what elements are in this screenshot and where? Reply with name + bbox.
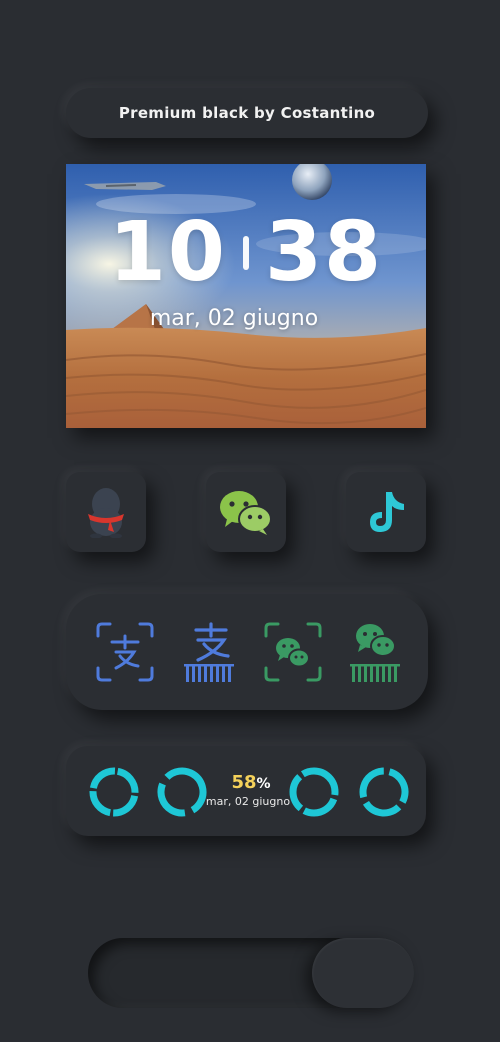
clock-separator <box>243 236 249 270</box>
theme-title-pill[interactable]: Premium black by Costantino <box>66 88 428 138</box>
payment-shortcuts-bar <box>66 594 428 710</box>
battery-percent-sign: % <box>256 776 271 792</box>
ring-gauge-1 <box>89 767 139 817</box>
battery-percent: 58 <box>231 772 257 793</box>
alipay-barcode-icon[interactable] <box>180 620 242 684</box>
ring-gauge-3 <box>289 767 339 817</box>
app-qq[interactable] <box>66 472 146 552</box>
battery-indicator: 58% mar, 02 giugno <box>206 772 296 808</box>
toggle-slider-knob[interactable] <box>312 938 414 1008</box>
stats-widget[interactable]: 58% mar, 02 giugno <box>66 746 426 836</box>
clock-date: mar, 02 giugno <box>149 306 319 331</box>
clock-minutes: 38 <box>265 205 384 300</box>
wechat-barcode-icon[interactable] <box>346 620 408 684</box>
tiktok-icon <box>370 492 404 532</box>
wechat-icon <box>220 491 272 535</box>
app-tiktok[interactable] <box>346 472 426 552</box>
ring-gauge-2 <box>157 767 207 817</box>
stats-date: mar, 02 giugno <box>205 795 291 808</box>
alipay-scan-icon[interactable] <box>94 620 156 684</box>
ring-gauge-4 <box>359 767 409 817</box>
clock-widget[interactable]: 10 38 mar, 02 giugno <box>66 164 426 428</box>
app-wechat[interactable] <box>206 472 286 552</box>
qq-penguin-icon <box>88 488 124 538</box>
theme-title: Premium black by Costantino <box>118 104 376 122</box>
clock-time: 10 38 <box>66 208 426 298</box>
clock-hours: 10 <box>108 205 227 300</box>
wechat-scan-icon[interactable] <box>262 620 324 684</box>
